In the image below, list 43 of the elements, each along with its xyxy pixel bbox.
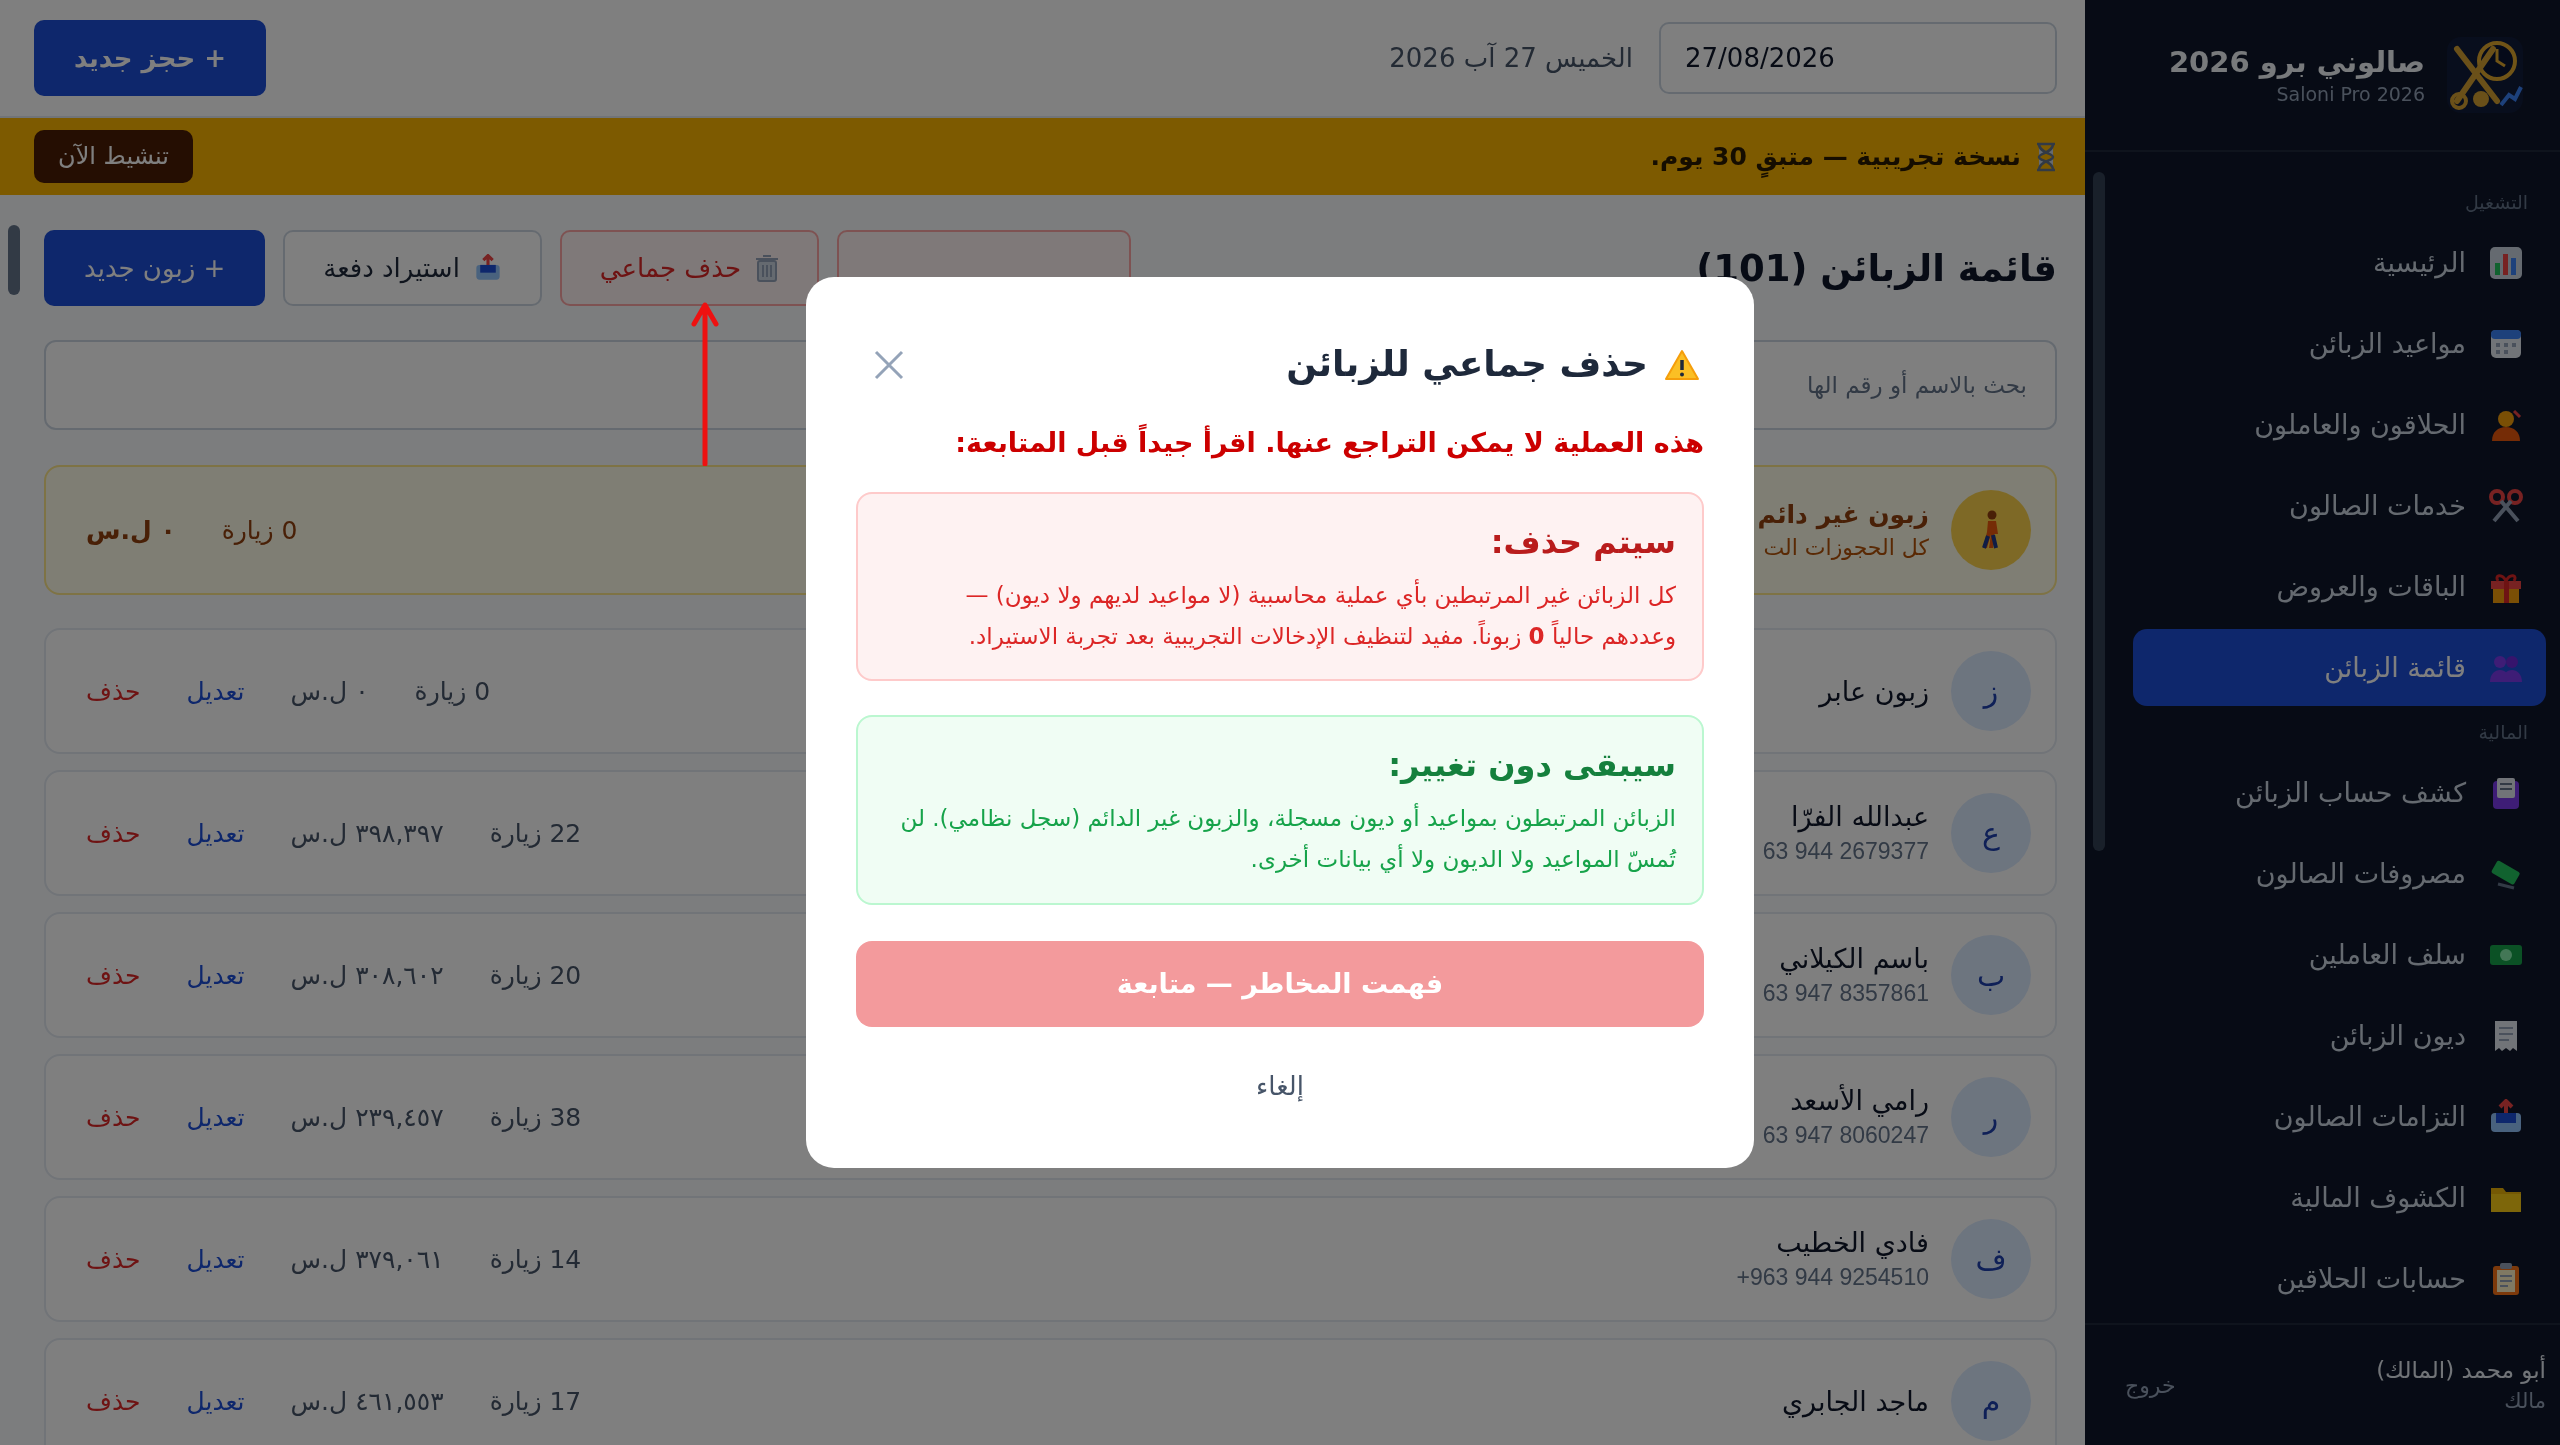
visit-count: 20 زيارة	[489, 960, 582, 990]
balance: ٠ ل.س	[86, 515, 176, 545]
app-title: صالوني برو 2026	[2168, 45, 2425, 79]
date-text: الخميس 27 آب 2026	[1389, 43, 1633, 73]
app-subtitle: Saloni Pro 2026	[2275, 83, 2425, 105]
avatar: ع	[1951, 793, 2031, 873]
warning-text: هذه العملية لا يمكن التراجع عنها. اقرأ جيداً قبل المتابعة:	[954, 423, 1704, 461]
user-name: أبو محمد (المالك)	[2376, 1357, 2546, 1383]
avatar: ر	[1951, 1077, 2031, 1157]
customer-name: باسم الكيلاني	[1778, 943, 1929, 974]
panel-heading: سيبقى دون تغيير:	[1387, 745, 1676, 787]
balance: ٤٦١,٥٥٣ ل.س	[290, 1386, 444, 1416]
customer-name: رامي الأسعد	[1789, 1085, 1929, 1116]
customer-name: فادي الخطيب	[1775, 1227, 1929, 1258]
customer-note: كل الحجوزات الت	[1762, 535, 1929, 560]
visit-count: 38 زيارة	[489, 1102, 582, 1132]
customer-name: زبون غير دائم	[1757, 500, 1929, 529]
visit-count: 22 زيارة	[489, 818, 582, 848]
balance: ٣٩٨,٣٩٧ ل.س	[290, 818, 444, 848]
avatar: ب	[1951, 935, 2031, 1015]
balance: ٠ ل.س	[290, 676, 369, 706]
phone-number: 63 947 8060247	[1762, 1122, 1929, 1149]
phone-number: 63 947 8357861	[1762, 980, 1929, 1007]
phone-number: +963 944 9254510	[1736, 1264, 1929, 1291]
avatar: ف	[1951, 1219, 2031, 1299]
visit-count: 0 زيارة	[414, 676, 491, 706]
customer-name: زبون عابر	[1819, 675, 1929, 707]
phone-number: 63 944 2679377	[1762, 838, 1929, 865]
visit-count: 17 زيارة	[489, 1386, 582, 1416]
avatar: م	[1951, 1361, 2031, 1441]
avatar: ز	[1951, 651, 2031, 731]
balance: ٣٠٨,٦٠٢ ل.س	[290, 960, 444, 990]
customer-name: ماجد الجابري	[1781, 1385, 1929, 1417]
visit-count: 14 زيارة	[489, 1244, 582, 1274]
user-role: مالك	[2503, 1389, 2546, 1413]
dialog-title: حذف جماعي للزبائن	[1286, 342, 1648, 387]
customer-name: عبدالله الفرّا	[1790, 801, 1929, 832]
balance: ٣٧٩,٠٦١ ل.س	[290, 1244, 444, 1274]
panel-heading: سيتم حذف:	[1489, 521, 1676, 563]
trial-message: نسخة تجريبية — متبقٍ 30 يوم.	[1650, 136, 2021, 177]
balance: ٢٣٩,٤٥٧ ل.س	[290, 1102, 444, 1132]
visit-count: 0 زيارة	[221, 515, 298, 545]
panel-text: الزبائن المرتبطون بمواعيد أو ديون مسجلة، والزبون غير الدائم (سجل نظامي). لن تُمسّ المواعيد ولا الديون ولا أي بيانات أخرى.	[899, 802, 1676, 875]
